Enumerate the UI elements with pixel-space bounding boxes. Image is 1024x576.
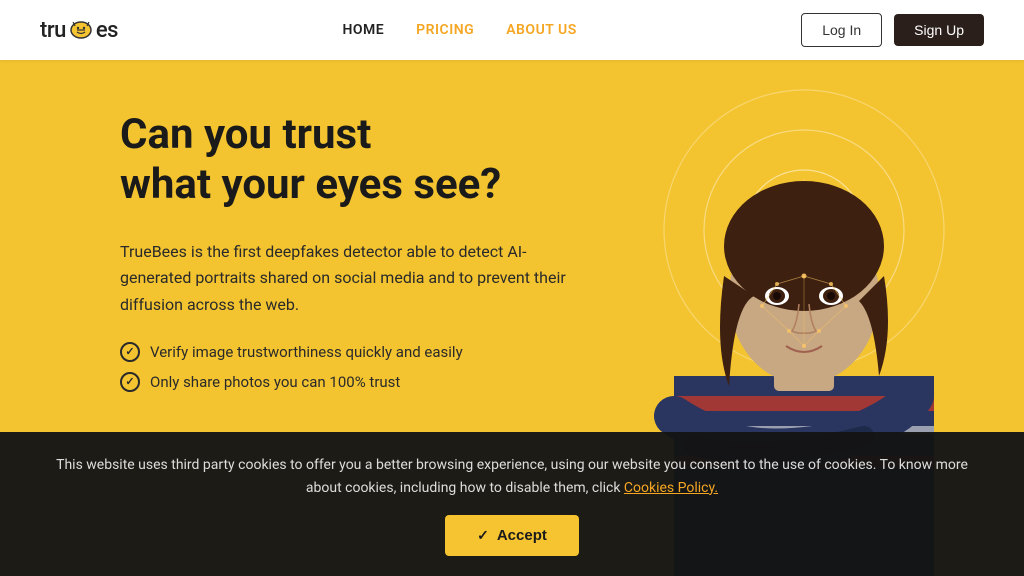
cookie-text: This website uses third party cookies to… [40, 454, 984, 499]
logo-text: tru [40, 18, 66, 43]
accept-label: Accept [497, 527, 547, 544]
feature-text-1: Verify image trustworthiness quickly and… [150, 343, 463, 361]
feature-text-2: Only share photos you can 100% trust [150, 373, 400, 391]
logo[interactable]: tru es [40, 18, 118, 43]
cookie-banner: This website uses third party cookies to… [0, 432, 1024, 576]
navbar: tru es HOME PRICING ABOUT US Log In Sign… [0, 0, 1024, 60]
list-item: Only share photos you can 100% trust [120, 372, 580, 392]
hero-content: Can you trust what your eyes see? TrueBe… [120, 110, 580, 392]
nav-link-home[interactable]: HOME [342, 22, 384, 38]
cookie-policy-link[interactable]: Cookies Policy. [624, 480, 718, 496]
hero-description: TrueBees is the first deepfakes detector… [120, 239, 580, 318]
nav-actions: Log In Sign Up [801, 13, 984, 47]
hero-title: Can you trust what your eyes see? [120, 110, 580, 211]
accept-button[interactable]: ✓ Accept [445, 515, 579, 556]
logo-bee-icon [67, 19, 95, 41]
checkmark-icon: ✓ [477, 527, 489, 544]
nav-link-pricing[interactable]: PRICING [416, 22, 474, 38]
hero-features-list: Verify image trustworthiness quickly and… [120, 342, 580, 392]
nav-link-about[interactable]: ABOUT US [506, 22, 577, 38]
check-icon [120, 372, 140, 392]
signup-button[interactable]: Sign Up [894, 14, 984, 46]
login-button[interactable]: Log In [801, 13, 882, 47]
nav-links: HOME PRICING ABOUT US [342, 22, 576, 38]
logo-text-end: es [96, 18, 118, 43]
list-item: Verify image trustworthiness quickly and… [120, 342, 580, 362]
check-icon [120, 342, 140, 362]
